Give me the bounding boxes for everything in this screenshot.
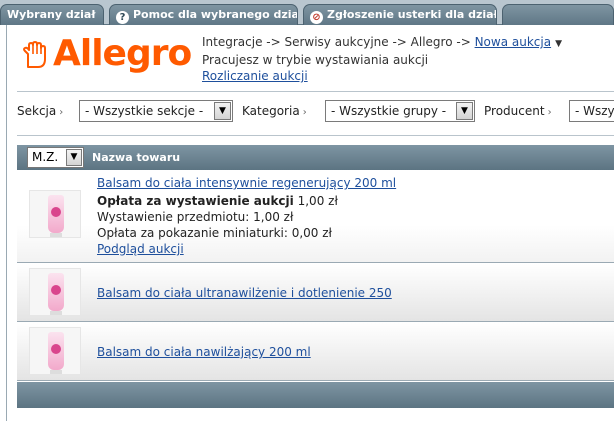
allegro-logo: Allegro: [19, 33, 194, 83]
tab-extra[interactable]: [502, 4, 614, 25]
arrow-right-icon: ›: [302, 107, 307, 118]
main-panel: Allegro Integracje -> Serwisy aukcyjne -…: [6, 25, 614, 421]
divider: [17, 135, 614, 136]
bug-icon: ⊘: [310, 11, 323, 24]
fee-value: 1,00 zł: [297, 194, 338, 208]
producer-select-value: - Wszys: [575, 104, 614, 118]
mz-select-value: M.Z.: [32, 150, 59, 164]
tab-label: Zgłoszenie usterki dla działu: [327, 8, 497, 21]
listing-fee: Wystawienie przedmiotu: 1,00 zł: [97, 210, 294, 224]
producer-select[interactable]: - Wszys: [569, 100, 614, 122]
tab-bar: Wybrany dział ? Pomoc dla wybranego dział…: [0, 0, 614, 25]
chevron-down-icon[interactable]: ▼: [555, 39, 562, 49]
category-select-value: - Wszystkie grupy -: [331, 104, 447, 118]
tab-help[interactable]: ? Pomoc dla wybranego działu: [109, 4, 298, 25]
product-name-link[interactable]: Balsam do ciała intensywnie regenerujący…: [97, 176, 396, 190]
product-thumbnail[interactable]: [29, 190, 81, 238]
section-label: Sekcja ›: [17, 104, 64, 118]
mz-select[interactable]: M.Z. ▼: [27, 147, 84, 168]
chevron-down-icon[interactable]: ▼: [66, 149, 82, 166]
table-header: M.Z. ▼ Nazwa towaru: [17, 145, 614, 170]
bottom-strip: [17, 408, 614, 421]
billing-link[interactable]: Rozliczanie aukcji: [202, 69, 308, 83]
table-row: Balsam do ciała ultranawilżenie i dotlen…: [17, 264, 614, 322]
chevron-down-icon[interactable]: ▼: [456, 102, 473, 120]
fee-label: Opłata za wystawienie aukcji: [97, 194, 294, 208]
column-name-header: Nazwa towaru: [92, 151, 181, 164]
help-icon: ?: [116, 11, 129, 24]
section-select[interactable]: - Wszystkie sekcje - ▼: [79, 100, 233, 122]
tab-label: Pomoc dla wybranego działu: [133, 8, 298, 21]
thumbnail-fee: Opłata za pokazanie miniaturki: 0,00 zł: [97, 226, 332, 240]
product-name-link[interactable]: Balsam do ciała ultranawilżenie i dotlen…: [97, 286, 392, 300]
arrow-right-icon: ›: [59, 107, 64, 118]
mode-text: Pracujesz w trybie wystawiania aukcji: [202, 53, 429, 67]
divider: [17, 91, 614, 92]
breadcrumb-path: Integracje -> Serwisy aukcyjne -> Allegr…: [202, 35, 471, 49]
producer-label: Producent ›: [484, 104, 552, 118]
preview-link[interactable]: Podgląd aukcji: [97, 242, 184, 256]
category-label: Kategoria ›: [242, 104, 307, 118]
product-thumbnail[interactable]: [29, 327, 81, 375]
section-select-value: - Wszystkie sekcje -: [85, 104, 204, 118]
chevron-down-icon[interactable]: ▼: [214, 102, 231, 120]
product-fees: Opłata za wystawienie aukcji 1,00 zł Wys…: [97, 193, 338, 257]
tab-selected-department[interactable]: Wybrany dział: [0, 4, 104, 25]
table-row: Balsam do ciała nawilżający 200 ml: [17, 323, 614, 381]
filter-row: Sekcja › - Wszystkie sekcje - ▼ Kategoria…: [17, 99, 614, 125]
product-thumbnail[interactable]: [29, 268, 81, 316]
arrow-right-icon: ›: [547, 107, 552, 118]
category-select[interactable]: - Wszystkie grupy - ▼: [325, 100, 475, 122]
tab-report-bug[interactable]: ⊘ Zgłoszenie usterki dla działu: [303, 4, 497, 25]
tab-label: Wybrany dział: [7, 8, 96, 21]
breadcrumb-current-link[interactable]: Nowa aukcja: [475, 35, 552, 49]
table-footer: [17, 382, 614, 408]
table-row: Balsam do ciała intensywnie regenerujący…: [17, 170, 614, 263]
product-name-link[interactable]: Balsam do ciała nawilżający 200 ml: [97, 345, 311, 359]
logo-text: Allegro: [53, 33, 192, 74]
breadcrumb: Integracje -> Serwisy aukcyjne -> Allegr…: [202, 34, 612, 84]
hand-icon: [23, 41, 46, 68]
